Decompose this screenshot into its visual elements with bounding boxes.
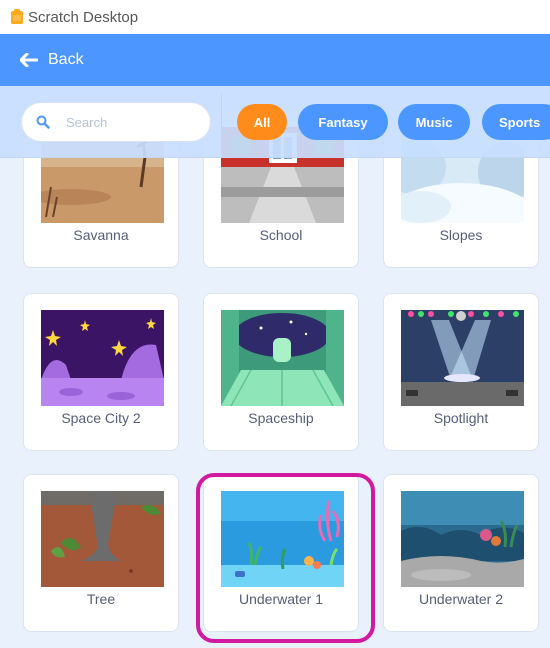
- back-label: Back: [48, 51, 84, 68]
- underwater-1-thumbnail: [221, 491, 344, 587]
- backdrop-label: Savanna: [73, 227, 129, 243]
- menu-bar: Back: [0, 34, 550, 86]
- backdrop-label: School: [259, 227, 303, 243]
- backdrop-label: Space City 2: [61, 410, 141, 426]
- backdrop-label: Underwater 1: [238, 591, 324, 607]
- backdrop-card-underwater-1[interactable]: Underwater 1: [203, 474, 359, 632]
- backdrop-card-spotlight[interactable]: Spotlight: [383, 293, 539, 451]
- back-button[interactable]: Back: [20, 51, 84, 69]
- backdrop-card-underwater-2[interactable]: Underwater 2: [383, 474, 539, 632]
- arrow-left-icon: [20, 53, 38, 67]
- search-input[interactable]: Search: [22, 103, 210, 141]
- tree-thumbnail: [41, 491, 164, 587]
- spaceship-thumbnail: [221, 310, 344, 406]
- scratch-app-icon: [10, 9, 24, 25]
- backdrop-label: Tree: [86, 591, 116, 607]
- tag-all-button[interactable]: All: [237, 104, 287, 140]
- filter-divider: [221, 94, 222, 150]
- space-city-2-thumbnail: [41, 310, 164, 406]
- tag-music-button[interactable]: Music: [398, 104, 470, 140]
- backdrop-label: Spaceship: [248, 410, 314, 426]
- spotlight-thumbnail: [401, 310, 524, 406]
- backdrop-label: Slopes: [439, 227, 483, 243]
- underwater-2-thumbnail: [401, 491, 524, 587]
- window-titlebar: Scratch Desktop: [0, 0, 550, 34]
- search-placeholder: Search: [66, 114, 108, 130]
- filter-bar: Search All Fantasy Music Sports: [0, 86, 550, 158]
- backdrop-library-grid: Savanna School Slopes Space City 2 Space…: [0, 86, 550, 648]
- backdrop-card-tree[interactable]: Tree: [23, 474, 179, 632]
- backdrop-label: Underwater 2: [418, 591, 504, 607]
- window-title: Scratch Desktop: [28, 8, 139, 26]
- backdrop-card-space-city-2[interactable]: Space City 2: [23, 293, 179, 451]
- backdrop-card-spaceship[interactable]: Spaceship: [203, 293, 359, 451]
- tag-sports-button[interactable]: Sports: [482, 104, 550, 140]
- tag-fantasy-button[interactable]: Fantasy: [298, 104, 388, 140]
- backdrop-label: Spotlight: [433, 410, 489, 426]
- search-icon: [36, 115, 50, 129]
